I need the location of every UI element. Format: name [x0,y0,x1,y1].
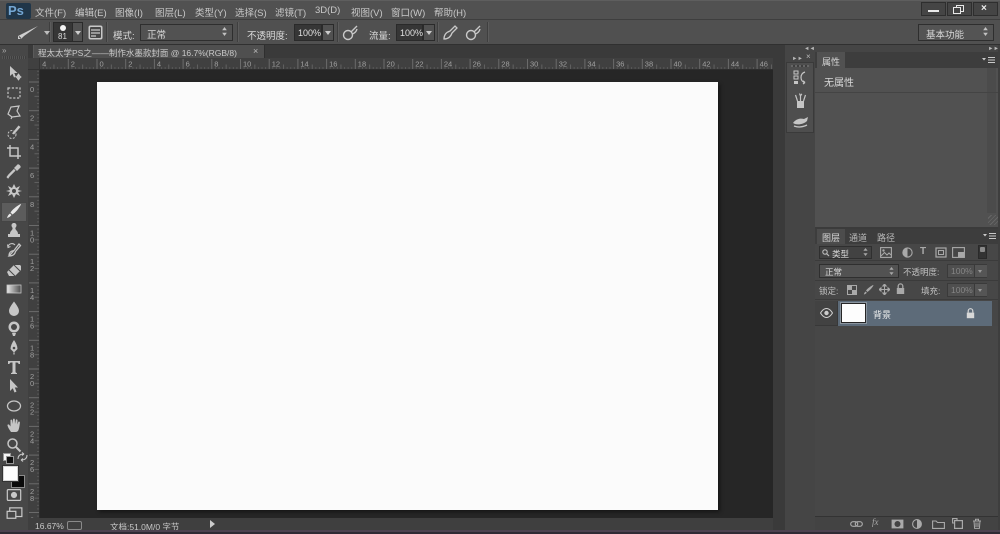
svg-text:4: 4 [30,436,34,445]
svg-text:36: 36 [616,60,624,69]
svg-text:12: 12 [272,60,280,69]
svg-text:30: 30 [530,60,538,69]
svg-text:6: 6 [186,60,190,69]
svg-text:8: 8 [214,60,218,69]
svg-text:40: 40 [674,60,682,69]
svg-text:42: 42 [702,60,710,69]
svg-text:6: 6 [30,322,34,331]
svg-text:0: 0 [30,85,34,94]
svg-text:18: 18 [358,60,366,69]
svg-text:6: 6 [30,465,34,474]
svg-text:8: 8 [30,350,34,359]
svg-text:16: 16 [329,60,337,69]
svg-text:28: 28 [501,60,509,69]
svg-text:2: 2 [30,264,34,273]
svg-text:4: 4 [30,293,34,302]
svg-text:0: 0 [100,60,104,69]
svg-text:0: 0 [30,236,34,245]
svg-text:46: 46 [760,60,768,69]
svg-text:4: 4 [30,142,34,151]
svg-text:2: 2 [128,60,132,69]
svg-text:24: 24 [444,60,452,69]
svg-text:2: 2 [30,408,34,417]
svg-text:44: 44 [731,60,739,69]
svg-text:6: 6 [30,171,34,180]
svg-text:2: 2 [30,114,34,123]
svg-text:20: 20 [387,60,395,69]
svg-text:8: 8 [30,494,34,503]
svg-text:22: 22 [415,60,423,69]
svg-text:4: 4 [157,60,161,69]
svg-text:4: 4 [42,60,46,69]
svg-text:32: 32 [559,60,567,69]
svg-text:14: 14 [300,60,308,69]
svg-text:26: 26 [473,60,481,69]
svg-text:0: 0 [30,379,34,388]
svg-text:38: 38 [645,60,653,69]
svg-text:2: 2 [71,60,75,69]
svg-text:8: 8 [30,200,34,209]
svg-text:34: 34 [587,60,595,69]
svg-text:10: 10 [243,60,251,69]
